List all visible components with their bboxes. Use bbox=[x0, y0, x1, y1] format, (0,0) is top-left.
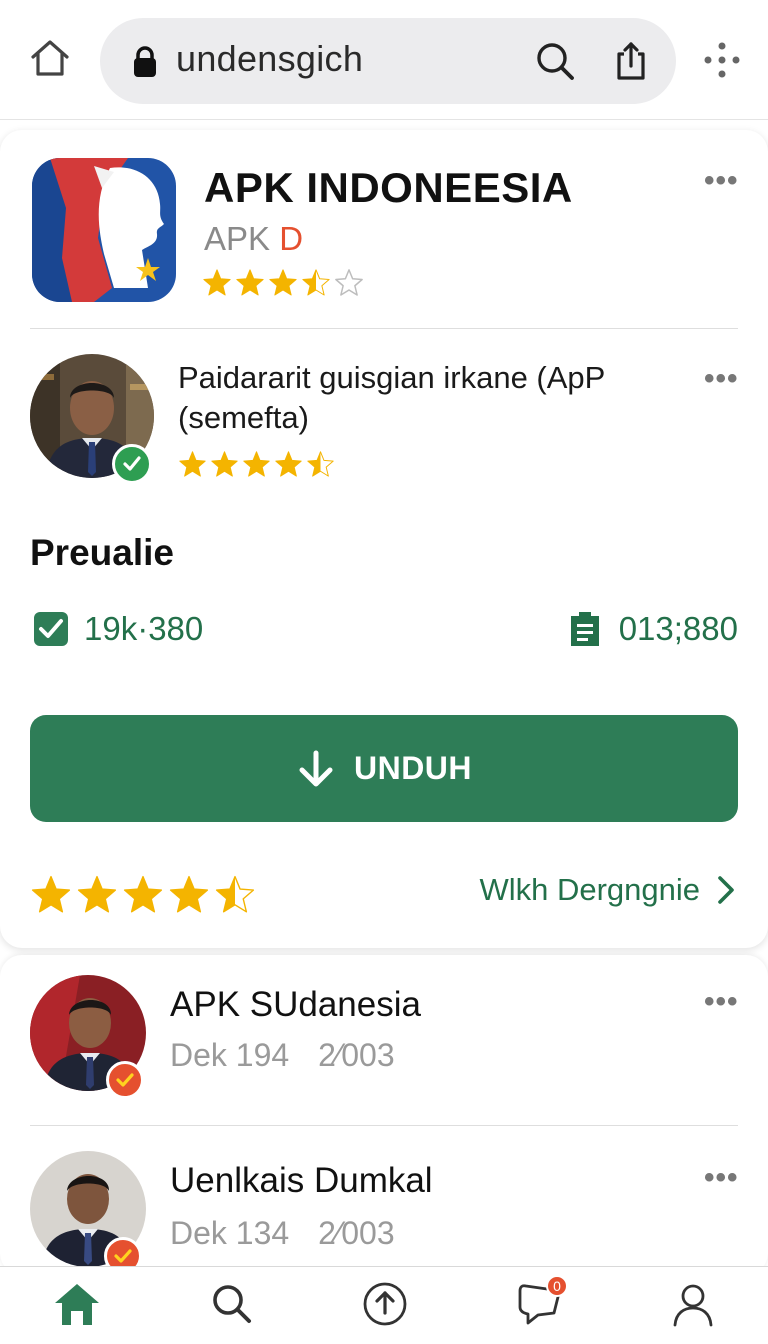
developer-name-line1: Paidararit guisgian irkane (ApP bbox=[178, 360, 606, 395]
download-arrow-icon bbox=[299, 750, 333, 786]
developer-name[interactable]: Paidararit guisgian irkane (ApP (semefta… bbox=[178, 358, 658, 438]
url-text[interactable]: undensgich bbox=[176, 38, 363, 80]
star-full-icon bbox=[31, 875, 71, 913]
star-full-icon bbox=[179, 451, 206, 477]
upload-icon bbox=[363, 1282, 407, 1326]
app-detail-card: APK INDONEESIA APK D ••• Paidararit guis… bbox=[0, 130, 768, 948]
home-button[interactable] bbox=[22, 34, 78, 82]
star-empty-icon bbox=[335, 269, 363, 296]
notification-badge: 0 bbox=[546, 1275, 568, 1297]
overall-rating-stars bbox=[30, 874, 260, 916]
star-half-icon bbox=[302, 269, 330, 296]
app-rating-stars bbox=[202, 268, 367, 298]
check-icon bbox=[114, 1249, 132, 1263]
share-icon[interactable] bbox=[610, 40, 652, 82]
star-full-icon bbox=[275, 451, 302, 477]
list-item-meta-left: Dek 194 bbox=[170, 1037, 290, 1073]
list-item-title: Uenlkais Dumkal bbox=[170, 1161, 433, 1200]
star-full-icon bbox=[243, 451, 270, 477]
developer-menu-button[interactable]: ••• bbox=[704, 362, 739, 396]
overflow-menu-icon[interactable] bbox=[700, 38, 744, 82]
address-bar[interactable]: undensgich bbox=[100, 18, 676, 104]
app-title: APK INDONEESIA bbox=[204, 164, 573, 211]
clipboard-icon bbox=[570, 612, 599, 646]
nav-messages[interactable]: 0 bbox=[484, 1275, 594, 1341]
app-list-card: APK SUdanesia Dek 194 2⁄003 ••• Uenlkais… bbox=[0, 955, 768, 1275]
star-full-icon bbox=[236, 269, 264, 296]
home-icon bbox=[31, 40, 69, 76]
see-more-label: Wlkh Dergngnie bbox=[479, 872, 700, 907]
list-item-title: APK SUdanesia bbox=[170, 985, 421, 1024]
list-item-meta: Dek 194 2⁄003 bbox=[170, 1037, 395, 1074]
app-subtitle-prefix: APK bbox=[204, 220, 271, 257]
verified-badge bbox=[112, 444, 152, 484]
home-icon bbox=[55, 1284, 99, 1325]
star-full-icon bbox=[169, 875, 209, 913]
check-icon bbox=[123, 456, 141, 471]
list-item-meta-right: 2⁄003 bbox=[318, 1215, 395, 1251]
item-badge bbox=[106, 1061, 144, 1099]
nav-search[interactable] bbox=[176, 1281, 286, 1341]
app-icon[interactable] bbox=[32, 158, 176, 302]
section-title: Preualie bbox=[30, 532, 174, 573]
developer-rating-stars bbox=[178, 450, 338, 479]
stat-left-value: 19k·380 bbox=[84, 610, 204, 647]
star-full-icon bbox=[269, 269, 297, 296]
star-full-icon bbox=[211, 451, 238, 477]
nav-upload[interactable] bbox=[330, 1281, 440, 1341]
app-menu-button[interactable]: ••• bbox=[704, 164, 739, 198]
nav-home[interactable] bbox=[22, 1281, 132, 1341]
check-icon bbox=[116, 1073, 134, 1087]
profile-icon bbox=[673, 1284, 713, 1327]
checkbox-icon bbox=[34, 612, 68, 646]
list-item-meta-left: Dek 134 bbox=[170, 1215, 290, 1251]
lock-icon bbox=[134, 46, 156, 77]
stat-downloads: 19k·380 bbox=[32, 610, 203, 648]
download-label: UNDUH bbox=[353, 750, 473, 786]
bottom-navigation: 0 bbox=[0, 1266, 768, 1344]
divider bbox=[30, 1125, 738, 1126]
list-item-meta: Dek 134 2⁄003 bbox=[170, 1215, 395, 1252]
search-icon bbox=[213, 1285, 251, 1323]
star-half-icon bbox=[307, 451, 334, 477]
app-subtitle: APK D bbox=[204, 220, 303, 258]
developer-name-line2: (semefta) bbox=[178, 400, 309, 435]
star-full-icon bbox=[123, 875, 163, 913]
browser-toolbar: undensgich bbox=[0, 0, 768, 120]
see-more-link[interactable]: Wlkh Dergngnie bbox=[479, 872, 736, 908]
list-item-menu-button[interactable]: ••• bbox=[704, 1161, 739, 1195]
chevron-right-icon bbox=[718, 876, 734, 904]
search-icon[interactable] bbox=[534, 40, 576, 82]
star-full-icon bbox=[77, 875, 117, 913]
list-item-menu-button[interactable]: ••• bbox=[704, 985, 739, 1019]
app-subtitle-accent: D bbox=[279, 220, 304, 257]
star-half-icon bbox=[215, 875, 255, 913]
star-full-icon bbox=[203, 269, 231, 296]
list-item-meta-right: 2⁄003 bbox=[318, 1037, 395, 1073]
divider bbox=[30, 328, 738, 329]
download-button[interactable]: UNDUH bbox=[30, 715, 738, 822]
stat-right-value: 013;880 bbox=[618, 610, 738, 647]
nav-profile[interactable] bbox=[638, 1281, 748, 1341]
stat-size: 013;880 bbox=[567, 610, 738, 648]
